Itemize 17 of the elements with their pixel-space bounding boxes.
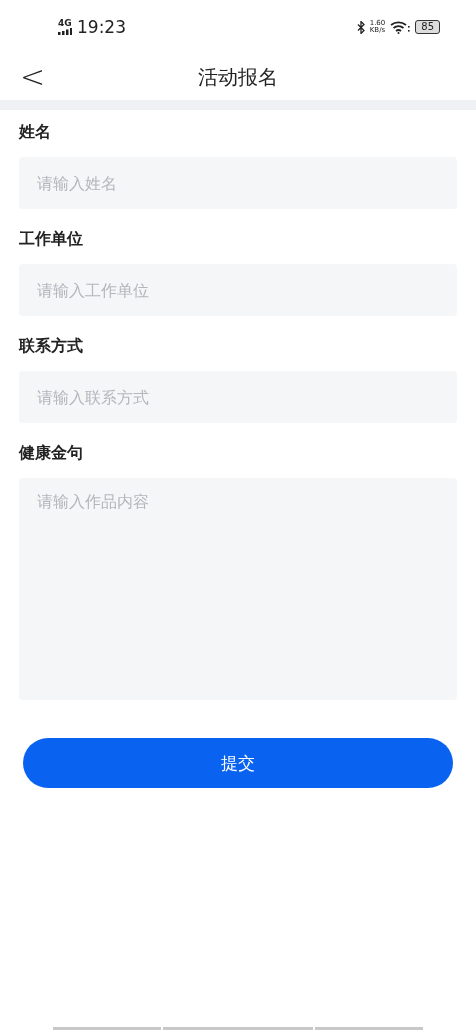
- input-field[interactable]: 请输入姓名: [19, 157, 457, 209]
- clock-time: 19:23: [77, 17, 126, 37]
- content-field[interactable]: 请输入作品内容: [19, 478, 457, 700]
- field-label: 联系方式: [19, 336, 84, 357]
- submit-button[interactable]: 提交: [23, 738, 453, 788]
- input-field[interactable]: 请输入工作单位: [19, 264, 457, 316]
- bluetooth-icon: [356, 20, 365, 34]
- input-field[interactable]: 请输入联系方式: [19, 371, 457, 423]
- field-label: 健康金句: [19, 443, 84, 464]
- field-label: 工作单位: [19, 229, 84, 250]
- battery-level: 85: [415, 20, 440, 34]
- field-label: 姓名: [19, 122, 52, 143]
- network-type: 4G: [58, 19, 72, 28]
- signal-icon: [58, 28, 72, 35]
- wifi-icon: [390, 20, 411, 34]
- back-button[interactable]: <: [16, 62, 50, 92]
- page-title: 活动报名: [198, 63, 278, 91]
